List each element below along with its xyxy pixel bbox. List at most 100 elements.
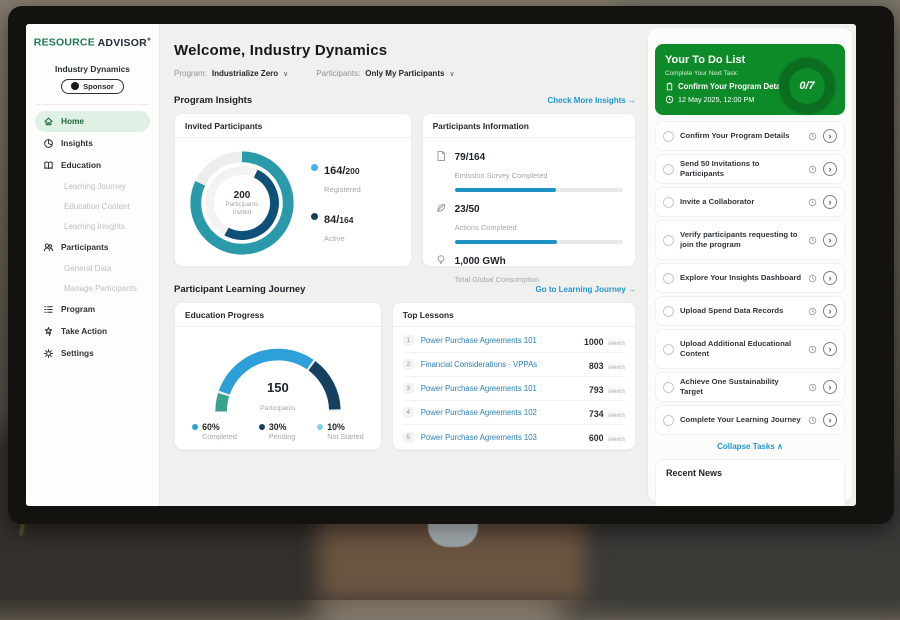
lesson-row[interactable]: 4 Power Purchase Agreements 102 734 view… [403, 401, 625, 425]
sidebar-item-home[interactable]: Home [35, 111, 150, 132]
lesson-row[interactable]: 5 Power Purchase Agreements 103 600 view… [403, 425, 625, 449]
learning-journey-header: Participant Learning Journey Go to Learn… [174, 284, 636, 295]
legend-denominator: 164 [339, 215, 353, 225]
stat-value: 23/50 [455, 204, 480, 215]
task-checkbox[interactable] [663, 164, 674, 175]
sponsor-badge-label: Sponsor [83, 82, 114, 91]
sidebar-item-label: Home [61, 116, 84, 126]
program-select[interactable]: Program: Industrialize Zero ∨ [174, 69, 288, 78]
clock-icon [808, 236, 817, 245]
insights-cards-row: Invited Participants 200 Participants I [174, 113, 636, 267]
lesson-views: 1000 views [584, 332, 625, 350]
todo-task-row[interactable]: Invite a Collaborator › [655, 187, 845, 217]
legend-label: Registered [324, 185, 361, 194]
legend-pending: 30% Pending [259, 422, 295, 441]
gauge-label: Participants [260, 405, 296, 412]
task-checkbox[interactable] [663, 415, 674, 426]
todo-task-row[interactable]: Complete Your Learning Journey › [655, 405, 845, 435]
lesson-title-link[interactable]: Financial Considerations - VPPAs [421, 360, 582, 369]
sidebar-item-manage-participants[interactable]: Manage Participants [35, 279, 150, 298]
task-checkbox[interactable] [663, 197, 674, 208]
clock-icon [808, 165, 817, 174]
chevron-up-icon: ∧ [777, 442, 783, 451]
chevron-right-icon[interactable]: › [823, 233, 837, 247]
sponsor-badge[interactable]: Sponsor [61, 79, 124, 94]
task-checkbox[interactable] [663, 131, 674, 142]
chevron-right-icon[interactable]: › [823, 413, 837, 427]
recent-news-card: Recent News [655, 459, 845, 506]
lesson-views: 793 views [589, 380, 625, 398]
invited-label: Participants [226, 201, 259, 209]
page-title: Welcome, Industry Dynamics [174, 42, 636, 59]
chevron-right-icon[interactable]: › [823, 342, 837, 356]
gear-icon [43, 348, 54, 359]
lesson-title-link[interactable]: Power Purchase Agreements 101 [421, 384, 582, 393]
chevron-right-icon[interactable]: › [823, 129, 837, 143]
task-checkbox[interactable] [663, 382, 674, 393]
legend-label: Pending [269, 432, 295, 441]
clock-icon [808, 132, 817, 141]
logo-resource: RESOURCE [34, 37, 95, 49]
lesson-views: 803 views [589, 356, 625, 374]
todo-task-row[interactable]: Upload Additional Educational Content › [655, 329, 845, 369]
lesson-rank: 2 [403, 359, 414, 370]
sidebar-item-insights[interactable]: Insights [35, 133, 150, 154]
legend-pct: 30% [269, 422, 287, 432]
lesson-title-link[interactable]: Power Purchase Agreements 103 [421, 433, 582, 442]
insights-icon [43, 138, 54, 149]
todo-task-row[interactable]: Explore Your Insights Dashboard › [655, 263, 845, 293]
todo-task-row[interactable]: Verify participants requesting to join t… [655, 220, 845, 260]
sidebar-item-general-data[interactable]: General Data [35, 259, 150, 278]
sidebar-item-learning-insights[interactable]: Learning Insights [35, 217, 150, 236]
legend-label: Not Started [327, 432, 363, 441]
chevron-right-icon[interactable]: › [823, 195, 837, 209]
lesson-rank: 5 [403, 432, 414, 443]
lesson-row[interactable]: 1 Power Purchase Agreements 101 1000 vie… [403, 329, 625, 353]
clock-icon [808, 383, 817, 392]
lesson-row[interactable]: 2 Financial Considerations - VPPAs 803 v… [403, 353, 625, 377]
learning-journey-title: Participant Learning Journey [174, 284, 305, 295]
sidebar-item-take-action[interactable]: Take Action [35, 321, 150, 342]
todo-task-row[interactable]: Confirm Your Program Details › [655, 121, 845, 151]
chevron-right-icon[interactable]: › [823, 162, 837, 176]
invited-label: Invited [233, 209, 252, 217]
todo-task-row[interactable]: Upload Spend Data Records › [655, 296, 845, 326]
sidebar-item-settings[interactable]: Settings [35, 343, 150, 364]
filter-row: Program: Industrialize Zero ∨ Participan… [174, 69, 636, 78]
stat-label: Total Global Consumption [455, 275, 540, 284]
app-logo: RESOURCE ADVISOR+ [26, 36, 159, 49]
task-checkbox[interactable] [663, 235, 674, 246]
task-checkbox[interactable] [663, 344, 674, 355]
leaf-icon [435, 202, 447, 214]
chevron-right-icon[interactable]: › [823, 380, 837, 394]
task-checkbox[interactable] [663, 306, 674, 317]
collapse-tasks-link[interactable]: Collapse Tasks ∧ [655, 442, 845, 451]
lesson-title-link[interactable]: Power Purchase Agreements 101 [421, 336, 577, 345]
lesson-row[interactable]: 3 Power Purchase Agreements 101 793 view… [403, 377, 625, 401]
legend-pct: 60% [202, 422, 220, 432]
task-checkbox[interactable] [663, 273, 674, 284]
legend-value: 84/ [324, 214, 339, 226]
legend-completed: 60% Completed [192, 422, 237, 441]
todo-progress-ring: 0/7 [779, 58, 835, 114]
todo-task-row[interactable]: Send 50 Invitations to Participants › [655, 154, 845, 184]
arrow-right-icon: → [628, 285, 636, 294]
sidebar-item-program[interactable]: Program [35, 299, 150, 320]
go-to-learning-journey-link[interactable]: Go to Learning Journey → [536, 285, 636, 294]
chevron-right-icon[interactable]: › [823, 271, 837, 285]
todo-task-row[interactable]: Achieve One Sustainability Target › [655, 372, 845, 402]
task-label: Invite a Collaborator [680, 197, 802, 207]
chevron-right-icon[interactable]: › [823, 304, 837, 318]
book-icon [43, 160, 54, 171]
check-more-insights-link[interactable]: Check More Insights → [548, 96, 636, 105]
sidebar-item-learning-journey[interactable]: Learning Journey [35, 177, 150, 196]
sidebar-item-education-content[interactable]: Education Content [35, 197, 150, 216]
sidebar-item-education[interactable]: Education [35, 155, 150, 176]
participants-information-card: Participants Information 79/164Emission … [422, 113, 636, 267]
sidebar-item-label: Program [61, 304, 95, 314]
lesson-title-link[interactable]: Power Purchase Agreements 102 [421, 408, 582, 417]
main-content: Welcome, Industry Dynamics Program: Indu… [160, 24, 648, 506]
sidebar-item-participants[interactable]: Participants [35, 237, 150, 258]
participants-select[interactable]: Participants: Only My Participants ∨ [316, 69, 454, 78]
legend-label: Completed [202, 432, 237, 441]
